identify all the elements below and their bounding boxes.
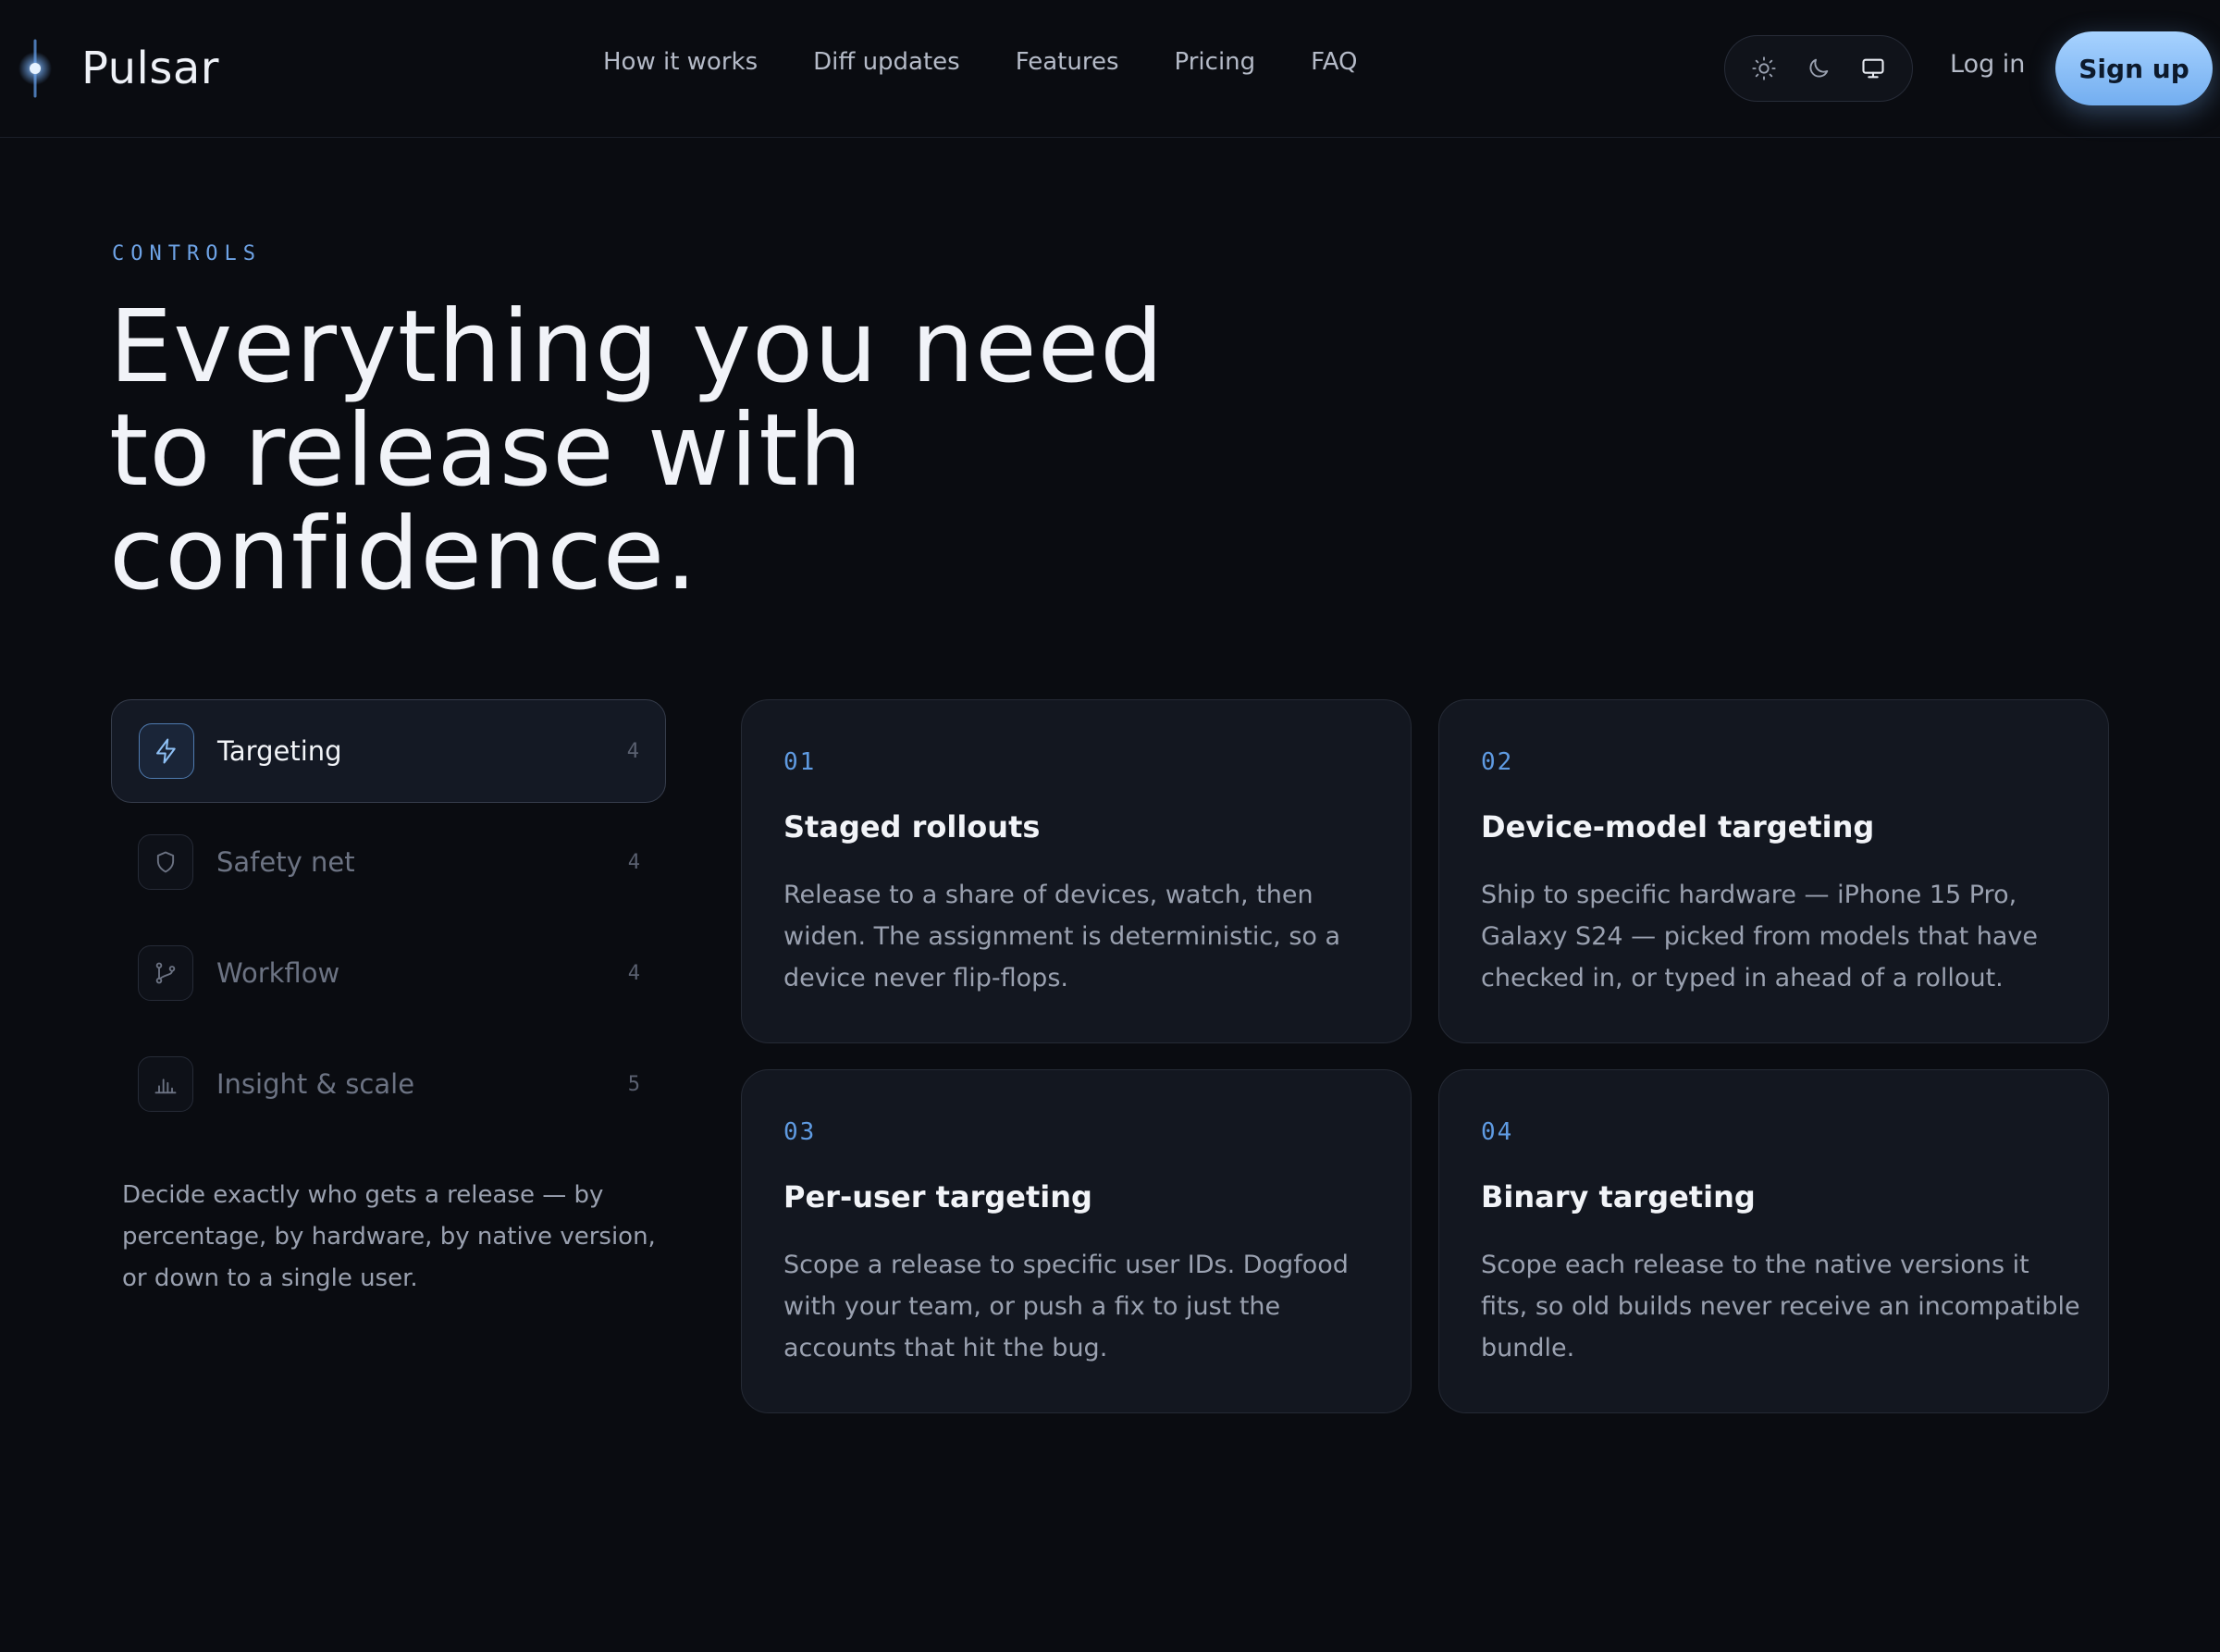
bar-chart-icon <box>138 1056 193 1112</box>
brand-name: Pulsar <box>81 43 220 94</box>
nav-link-faq[interactable]: FAQ <box>1311 48 1357 76</box>
sidebar-item-workflow[interactable]: Workflow 4 <box>111 921 666 1025</box>
card-number: 04 <box>1481 1118 1514 1146</box>
sidebar-item-label: Workflow <box>216 957 340 989</box>
moon-icon <box>1809 58 1829 78</box>
card-number: 02 <box>1481 748 1514 776</box>
dark-theme-button[interactable] <box>1795 45 1842 92</box>
nav-link-pricing[interactable]: Pricing <box>1175 48 1256 76</box>
sidebar-item-label: Insight & scale <box>216 1068 415 1100</box>
card-title: Per-user targeting <box>783 1179 1092 1214</box>
light-theme-button[interactable] <box>1741 45 1787 92</box>
git-branch-icon <box>138 945 193 1001</box>
pulsar-logo-icon <box>13 39 57 98</box>
nav-link-features[interactable]: Features <box>1016 48 1119 76</box>
card-number: 03 <box>783 1118 817 1146</box>
sidebar-item-label: Safety net <box>216 846 355 878</box>
page-title: Everything you need to release with conf… <box>109 290 1165 612</box>
sidebar-item-count: 5 <box>627 1072 640 1096</box>
sidebar-item-safety-net[interactable]: Safety net 4 <box>111 810 666 914</box>
login-link[interactable]: Log in <box>1950 50 2025 79</box>
brand-logo[interactable]: Pulsar <box>13 39 219 98</box>
card-text: Ship to specific hardware — iPhone 15 Pr… <box>1481 881 2039 992</box>
signup-button[interactable]: Sign up <box>2055 31 2213 105</box>
sidebar-item-label: Targeting <box>217 735 342 767</box>
card-title: Binary targeting <box>1481 1179 1756 1214</box>
feature-card: 02 Device-model targeting Ship to specif… <box>1438 699 2109 1043</box>
card-text: Release to a share of devices, watch, th… <box>783 881 1341 992</box>
sidebar-item-targeting[interactable]: Targeting 4 <box>111 699 666 803</box>
feature-card: 04 Binary targeting Scope each release t… <box>1438 1069 2109 1413</box>
section-eyebrow: CONTROLS <box>112 242 262 265</box>
theme-toggle <box>1724 35 1913 102</box>
system-theme-button[interactable] <box>1850 45 1896 92</box>
top-nav: Pulsar How it works Diff updates Feature… <box>0 0 2220 138</box>
tab-description: Decide exactly who gets a release — by p… <box>122 1181 656 1292</box>
sidebar-item-insight-scale[interactable]: Insight & scale 5 <box>111 1032 666 1136</box>
bolt-icon <box>139 723 194 779</box>
sun-icon <box>1752 56 1776 80</box>
sidebar-item-count: 4 <box>627 850 640 874</box>
main-nav: How it works Diff updates Features Prici… <box>603 48 1358 76</box>
card-text: Scope a release to specific user IDs. Do… <box>783 1251 1349 1362</box>
sidebar-item-count: 4 <box>627 961 640 985</box>
card-number: 01 <box>783 748 817 776</box>
card-title: Device-model targeting <box>1481 809 1875 844</box>
nav-link-how-it-works[interactable]: How it works <box>603 48 758 76</box>
feature-card: 01 Staged rollouts Release to a share of… <box>741 699 1412 1043</box>
card-title: Staged rollouts <box>783 809 1041 844</box>
feature-card: 03 Per-user targeting Scope a release to… <box>741 1069 1412 1413</box>
monitor-icon <box>1862 58 1884 79</box>
shield-icon <box>138 834 193 890</box>
card-text: Scope each release to the native version… <box>1481 1251 2080 1362</box>
nav-link-diff-updates[interactable]: Diff updates <box>813 48 960 76</box>
sidebar-item-count: 4 <box>626 739 639 763</box>
